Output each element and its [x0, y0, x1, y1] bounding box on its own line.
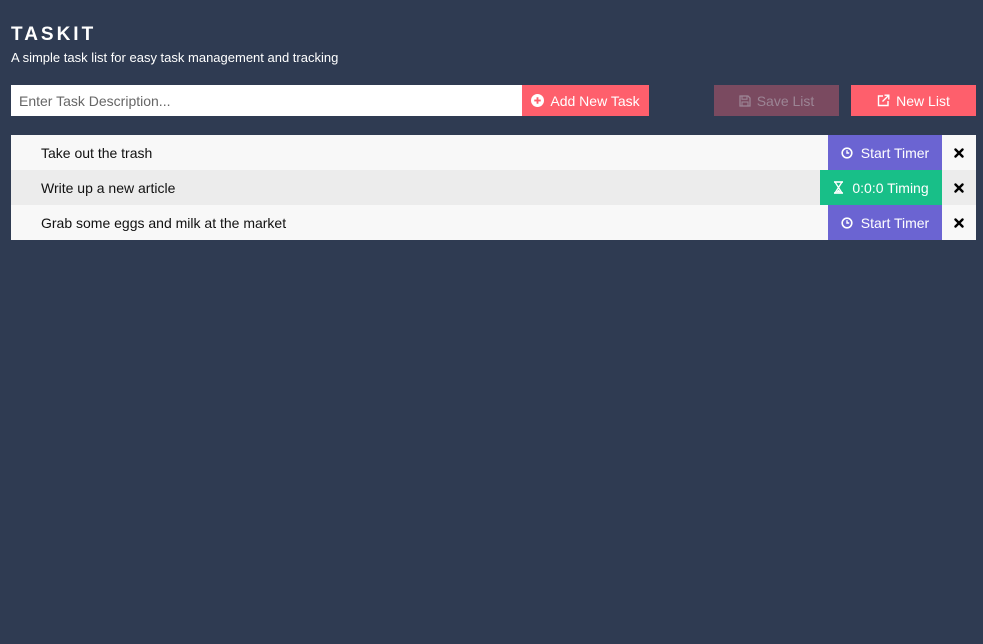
app-title: TASKIT — [11, 24, 97, 45]
task-row: Take out the trash Start Timer — [11, 135, 976, 170]
hourglass-icon — [833, 181, 844, 194]
delete-task-button[interactable] — [942, 135, 976, 170]
floppy-disk-icon — [739, 94, 751, 107]
task-text: Write up a new article — [41, 179, 176, 196]
timing-timer-button[interactable]: 0:0:0 Timing — [820, 170, 942, 205]
close-icon — [954, 217, 964, 228]
task-row: Write up a new article 0:0:0 Timing — [11, 170, 976, 205]
close-icon — [954, 182, 964, 193]
new-list-button[interactable]: New List — [851, 85, 976, 116]
timing-label: 0:0:0 Timing — [852, 179, 929, 196]
task-text: Grab some eggs and milk at the market — [41, 214, 287, 231]
start-timer-label: Start Timer — [860, 144, 930, 161]
new-list-label: New List — [896, 92, 950, 109]
task-row: Grab some eggs and milk at the market St… — [11, 205, 976, 240]
delete-task-button[interactable] — [942, 205, 976, 240]
external-link-icon — [877, 94, 890, 107]
save-list-button[interactable]: Save List — [714, 85, 839, 116]
delete-task-button[interactable] — [942, 170, 976, 205]
start-timer-button[interactable]: Start Timer — [828, 205, 942, 240]
task-text: Take out the trash — [41, 144, 153, 161]
task-description-input[interactable] — [11, 85, 523, 116]
start-timer-label: Start Timer — [860, 214, 930, 231]
clock-icon — [841, 146, 853, 159]
task-list: Take out the trash Start Timer Write up … — [11, 135, 976, 240]
start-timer-button[interactable]: Start Timer — [828, 135, 942, 170]
app-subtitle: A simple task list for easy task managem… — [11, 50, 339, 65]
add-new-task-label: Add New Task — [550, 92, 640, 109]
plus-circle-icon — [531, 94, 545, 107]
app: TASKIT A simple task list for easy task … — [0, 0, 983, 644]
save-list-label: Save List — [756, 92, 815, 109]
clock-icon — [841, 216, 853, 229]
add-new-task-button[interactable]: Add New Task — [522, 85, 649, 116]
close-icon — [954, 147, 964, 158]
